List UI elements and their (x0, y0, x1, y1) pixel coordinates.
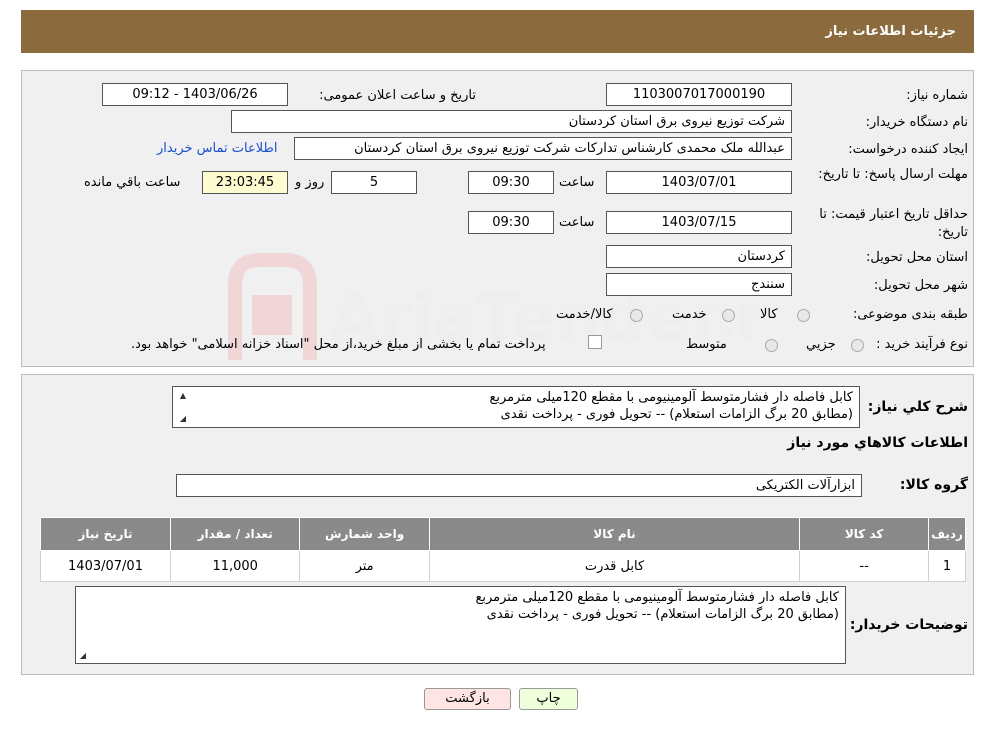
col-item-name: نام کالا (428, 517, 801, 551)
scroll-up-icon[interactable]: ▲ (178, 391, 188, 401)
item-group-label: گروه کالا: (899, 477, 968, 493)
cell-item-code: -- (799, 550, 930, 582)
cell-need-date: 1403/07/01 (40, 550, 171, 582)
category-radio-service[interactable] (722, 309, 735, 322)
remaining-time-field: 23:03:45 (202, 171, 288, 194)
need-number-label: شماره نیاز: (906, 88, 968, 103)
col-need-date: تاریخ نیاز (40, 517, 171, 551)
province-field: کردستان (606, 245, 792, 268)
category-label: طبقه بندی موضوعی: (852, 307, 968, 322)
purchase-radio-minor[interactable] (851, 339, 864, 352)
cell-unit: متر (299, 550, 430, 582)
days-field: 5 (331, 171, 417, 194)
buyer-notes-textarea[interactable]: کابل فاصله دار فشارمتوسط آلومینیومی با م… (75, 586, 846, 664)
item-group-field: ابزارآلات الکتریکی (176, 474, 862, 497)
requester-label: ایجاد کننده درخواست: (848, 142, 968, 157)
purchase-radio-medium[interactable] (765, 339, 778, 352)
page-title: جزئیات اطلاعات نیاز (825, 24, 956, 39)
purchase-option-minor: جزیي (806, 337, 836, 352)
deadline-label: مهلت ارسال پاسخ: تا تاریخ: (818, 167, 968, 182)
items-table: ردیف کد کالا نام کالا واحد شمارش تعداد /… (40, 517, 966, 582)
province-label: استان محل تحویل: (866, 250, 968, 265)
category-option-goods: کالا (760, 307, 778, 322)
deadline-date-field: 1403/07/01 (606, 171, 792, 194)
category-radio-goods[interactable] (797, 309, 810, 322)
cell-row-number: 1 (928, 550, 966, 582)
cell-quantity: 11,000 (169, 550, 301, 582)
col-quantity: تعداد / مقدار (169, 517, 301, 551)
purchase-type-label: نوع فرآیند خرید : (876, 337, 968, 352)
need-number-field: 1103007017000190 (606, 83, 792, 106)
col-item-code: کد کالا (799, 517, 930, 551)
buyer-notes-line-2: (مطابق 20 برگ الزامات استعلام) -- تحویل … (486, 607, 839, 622)
validity-label: حداقل تاریخ اعتبار قیمت: تا تاریخ: (819, 207, 968, 240)
page-header: جزئیات اطلاعات نیاز (21, 10, 974, 53)
purchase-note: پرداخت تمام یا بخشی از مبلغ خرید،از محل … (131, 337, 546, 352)
announce-datetime-label: تاریخ و ساعت اعلان عمومی: (319, 88, 476, 103)
validity-time-field: 09:30 (468, 211, 554, 234)
announce-datetime-field: 1403/06/26 - 09:12 (102, 83, 288, 106)
validity-time-label: ساعت (559, 215, 595, 230)
table-header-row: ردیف کد کالا نام کالا واحد شمارش تعداد /… (40, 517, 966, 551)
table-row: 1 -- کابل قدرت متر 11,000 1403/07/01 (40, 550, 966, 582)
treasury-checkbox[interactable] (588, 335, 602, 349)
remaining-time-label: ساعت باقي مانده (84, 175, 181, 190)
print-button[interactable]: چاپ (519, 688, 578, 710)
validity-date-field: 1403/07/15 (606, 211, 792, 234)
purchase-option-medium: متوسط (686, 337, 727, 352)
deadline-time-label: ساعت (559, 175, 595, 190)
col-unit: واحد شمارش (299, 517, 430, 551)
resize-grip-icon[interactable]: ◢ (178, 414, 188, 424)
items-section-title: اطلاعات کالاهاي مورد نیاز (787, 435, 968, 451)
category-option-goods-service: کالا/خدمت (556, 307, 613, 322)
deadline-time-field: 09:30 (468, 171, 554, 194)
requester-field: عبدالله ملک محمدی کارشناس تدارکات شرکت ت… (294, 137, 792, 160)
buyer-org-label: نام دستگاه خریدار: (865, 115, 968, 130)
col-row-number: ردیف (928, 517, 966, 551)
cell-item-name: کابل قدرت (428, 550, 801, 582)
city-label: شهر محل تحویل: (873, 278, 968, 293)
buyer-notes-label: توضیحات خریدار: (849, 617, 968, 633)
description-line-1: کابل فاصله دار فشارمتوسط آلومینیومی با م… (489, 390, 853, 405)
description-label: شرح کلي نیاز: (867, 399, 968, 415)
buyer-notes-line-1: کابل فاصله دار فشارمتوسط آلومینیومی با م… (475, 590, 839, 605)
city-field: سنندج (606, 273, 792, 296)
notes-resize-grip-icon[interactable]: ◢ (78, 651, 88, 661)
buyer-contact-link[interactable]: اطلاعات تماس خریدار (157, 141, 277, 156)
description-line-2: (مطابق 20 برگ الزامات استعلام) -- تحویل … (500, 407, 853, 422)
category-radio-goods-service[interactable] (630, 309, 643, 322)
category-option-service: خدمت (672, 307, 707, 322)
days-label: روز و (295, 175, 325, 190)
description-textarea[interactable]: کابل فاصله دار فشارمتوسط آلومینیومی با م… (172, 386, 860, 428)
back-button[interactable]: بازگشت (424, 688, 511, 710)
buyer-org-field: شرکت توزیع نیروی برق استان کردستان (231, 110, 792, 133)
